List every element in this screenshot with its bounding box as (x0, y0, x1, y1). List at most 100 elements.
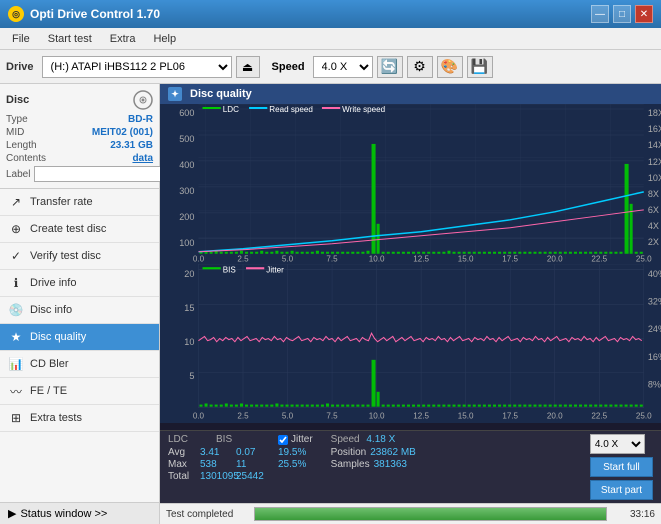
svg-text:0.0: 0.0 (193, 410, 205, 420)
svg-text:17.5: 17.5 (502, 410, 518, 420)
create-test-icon: ⊕ (8, 221, 24, 237)
progress-label: Test completed (166, 509, 246, 520)
sidebar-item-cd-bler[interactable]: 📊 CD Bler (0, 351, 159, 378)
jitter-checkbox[interactable] (278, 435, 288, 445)
speed-select[interactable]: 4.0 X (313, 56, 373, 78)
svg-text:8X: 8X (648, 189, 659, 199)
eject-button[interactable]: ⏏ (236, 56, 260, 78)
status-window-icon: ▶ (8, 507, 16, 520)
svg-text:2.5: 2.5 (237, 410, 249, 420)
svg-text:16%: 16% (648, 351, 661, 361)
svg-text:LDC: LDC (223, 105, 239, 114)
menu-bar: File Start test Extra Help (0, 28, 661, 50)
window-controls: — □ ✕ (591, 5, 653, 23)
settings-button[interactable]: ⚙ (407, 56, 433, 78)
svg-text:20.0: 20.0 (547, 410, 563, 420)
speed-dropdown[interactable]: 4.0 X (590, 434, 645, 454)
theme-button[interactable]: 🎨 (437, 56, 463, 78)
avg-ldc: 3.41 (200, 447, 232, 458)
disc-label-row: Label 📝 (6, 166, 153, 182)
stats-bar: LDC BIS Avg 3.41 0.07 Max 538 11 Total 1… (160, 430, 661, 503)
svg-text:10X: 10X (648, 173, 661, 183)
sidebar-item-fe-te[interactable]: 〰 FE / TE (0, 378, 159, 405)
disc-info-panel: Disc Type BD-R MID MEIT02 (001) Length 2… (0, 84, 159, 189)
sidebar-item-disc-info[interactable]: 💿 Disc info (0, 297, 159, 324)
sidebar-item-drive-info[interactable]: ℹ Drive info (0, 270, 159, 297)
progress-bar-fill (255, 508, 606, 520)
max-bis: 11 (236, 459, 264, 470)
svg-text:400: 400 (179, 160, 194, 170)
samples-label: Samples (331, 459, 370, 470)
save-button[interactable]: 💾 (467, 56, 493, 78)
progress-bar-container (254, 507, 607, 521)
sidebar-item-extra-tests[interactable]: ⊞ Extra tests (0, 405, 159, 432)
svg-text:10.0: 10.0 (369, 255, 385, 264)
svg-text:25.0: 25.0 (636, 410, 652, 420)
start-part-button[interactable]: Start part (590, 480, 653, 500)
max-ldc: 538 (200, 459, 232, 470)
max-jitter: 25.5% (278, 459, 306, 470)
sidebar-item-disc-quality[interactable]: ★ Disc quality (0, 324, 159, 351)
status-window-label: Status window >> (20, 508, 107, 520)
svg-text:20: 20 (184, 268, 194, 278)
chart-title-text: Disc quality (190, 88, 252, 100)
svg-text:6X: 6X (648, 205, 659, 215)
stats-speed-position: Speed 4.18 X Position 23862 MB Samples 3… (331, 434, 416, 470)
menu-start-test[interactable]: Start test (40, 31, 100, 47)
svg-text:16X: 16X (648, 124, 661, 134)
sidebar-item-transfer-rate[interactable]: ↗ Transfer rate (0, 189, 159, 216)
svg-text:Read speed: Read speed (269, 105, 313, 114)
drive-info-icon: ℹ (8, 275, 24, 291)
sidebar-item-label-drive-info: Drive info (30, 277, 76, 289)
start-full-button[interactable]: Start full (590, 457, 653, 477)
svg-text:300: 300 (179, 186, 194, 196)
menu-file[interactable]: File (4, 31, 38, 47)
total-bis: 25442 (236, 471, 264, 482)
charts-container: 600 500 400 300 200 100 18X 16X 14X 12X … (160, 104, 661, 430)
svg-text:10: 10 (184, 336, 194, 346)
disc-mid-field: MID MEIT02 (001) (6, 127, 153, 138)
sidebar-item-label-disc-info: Disc info (30, 304, 72, 316)
sidebar-item-verify-test[interactable]: ✓ Verify test disc (0, 243, 159, 270)
verify-test-icon: ✓ (8, 248, 24, 264)
toolbar: Drive (H:) ATAPI iHBS112 2 PL06 ⏏ Speed … (0, 50, 661, 84)
svg-text:600: 600 (179, 108, 194, 118)
svg-text:18X: 18X (648, 108, 661, 118)
maximize-button[interactable]: □ (613, 5, 631, 23)
bis-header: BIS (216, 434, 232, 445)
ldc-header: LDC (168, 434, 188, 445)
refresh-button[interactable]: 🔄 (377, 56, 403, 78)
svg-text:5.0: 5.0 (282, 410, 294, 420)
svg-text:15.0: 15.0 (458, 255, 474, 264)
svg-text:22.5: 22.5 (591, 255, 607, 264)
svg-text:BIS: BIS (223, 264, 236, 274)
menu-extra[interactable]: Extra (102, 31, 144, 47)
svg-text:17.5: 17.5 (502, 255, 518, 264)
app-title: Opti Drive Control 1.70 (30, 7, 160, 21)
position-value: 23862 MB (370, 447, 416, 458)
sidebar-menu: ↗ Transfer rate ⊕ Create test disc ✓ Ver… (0, 189, 159, 502)
minimize-button[interactable]: — (591, 5, 609, 23)
avg-jitter: 19.5% (278, 447, 306, 458)
sidebar-item-label-extra-tests: Extra tests (30, 412, 82, 424)
sidebar-item-label-cd-bler: CD Bler (30, 358, 69, 370)
disc-label-input[interactable] (34, 166, 172, 182)
progress-time: 33:16 (615, 509, 655, 520)
chart-title-bar: ✦ Disc quality (160, 84, 661, 104)
svg-text:14X: 14X (648, 140, 661, 150)
svg-text:32%: 32% (648, 296, 661, 306)
samples-value: 381363 (374, 459, 407, 470)
disc-panel-title: Disc (6, 94, 29, 106)
menu-help[interactable]: Help (145, 31, 184, 47)
drive-select[interactable]: (H:) ATAPI iHBS112 2 PL06 (42, 56, 232, 78)
sidebar-item-create-test[interactable]: ⊕ Create test disc (0, 216, 159, 243)
status-window-bar[interactable]: ▶ Status window >> (0, 502, 159, 524)
main-content: Disc Type BD-R MID MEIT02 (001) Length 2… (0, 84, 661, 524)
total-label: Total (168, 471, 196, 482)
avg-bis: 0.07 (236, 447, 264, 458)
sidebar-item-label-fe-te: FE / TE (30, 385, 67, 397)
disc-contents-value[interactable]: data (132, 153, 153, 164)
cd-bler-icon: 📊 (8, 356, 24, 372)
close-button[interactable]: ✕ (635, 5, 653, 23)
transfer-rate-icon: ↗ (8, 194, 24, 210)
